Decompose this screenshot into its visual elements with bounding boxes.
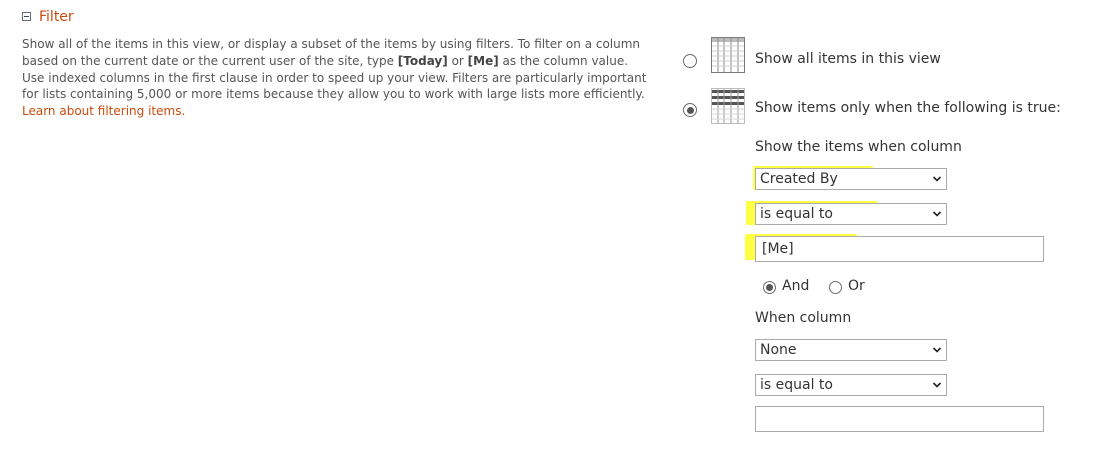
clause1-operator-select[interactable]: is equal to (755, 203, 947, 225)
show-filtered-radio[interactable] (683, 103, 697, 117)
clause2-column-select[interactable]: None (755, 339, 947, 361)
or-label: Or (848, 278, 865, 294)
clause1-column-select[interactable]: Created By (755, 168, 947, 190)
and-radio[interactable] (763, 281, 776, 294)
clause1-value-text: [Me] (762, 241, 794, 257)
description-or: or (447, 53, 468, 68)
learn-about-filtering-link[interactable]: Learn about filtering items. (22, 104, 185, 118)
clause1-column-value: Created By (760, 171, 838, 187)
clause1-heading: Show the items when column (755, 139, 962, 155)
or-radio[interactable] (829, 281, 842, 294)
filtered-items-grid-icon (711, 88, 745, 124)
show-filtered-label: Show items only when the following is tr… (755, 100, 1061, 116)
clause2-operator-value: is equal to (760, 377, 833, 393)
chevron-down-icon (932, 211, 942, 217)
collapse-toggle-icon[interactable] (22, 12, 31, 21)
filter-description: Show all of the items in this view, or d… (22, 36, 650, 120)
clause2-heading: When column (755, 310, 852, 326)
clause1-value-input[interactable]: [Me] (755, 236, 1044, 262)
clause2-column-value: None (760, 342, 797, 358)
show-all-label: Show all items in this view (755, 51, 941, 67)
show-all-radio[interactable] (683, 54, 697, 68)
chevron-down-icon (932, 176, 942, 182)
clause1-operator-value: is equal to (760, 206, 833, 222)
section-title: Filter (39, 9, 74, 25)
chevron-down-icon (932, 382, 942, 388)
me-token: [Me] (467, 53, 499, 68)
clause2-operator-select[interactable]: is equal to (755, 374, 947, 396)
clause2-value-input[interactable] (755, 406, 1044, 432)
today-token: [Today] (397, 53, 448, 68)
and-label: And (782, 278, 810, 294)
chevron-down-icon (932, 347, 942, 353)
all-items-grid-icon (711, 37, 745, 73)
